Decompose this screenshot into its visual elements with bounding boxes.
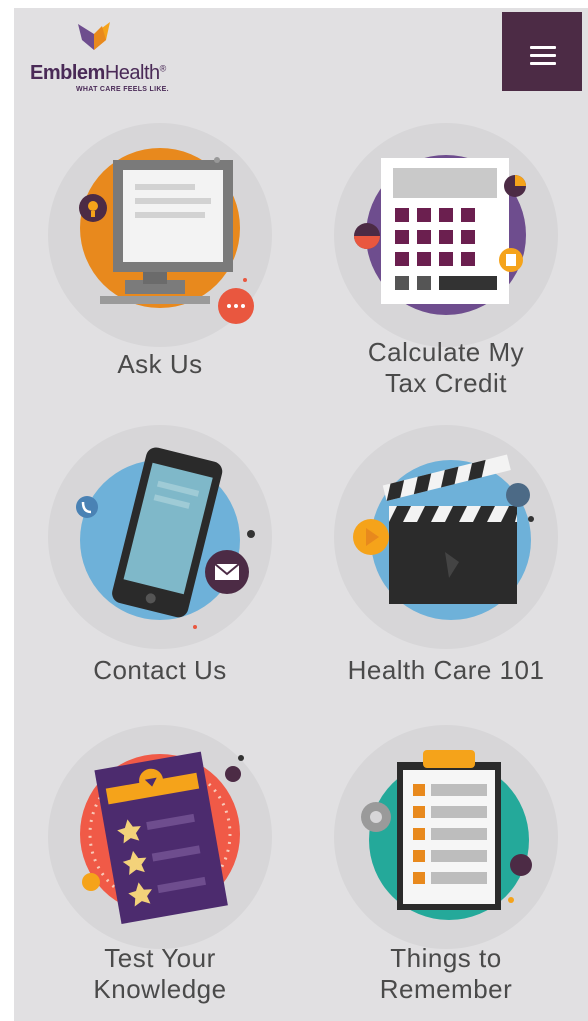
smartphone-icon <box>48 425 272 649</box>
hamburger-bar <box>530 62 556 65</box>
logo-tagline: WHAT CARE FEELS LIKE. <box>76 86 169 93</box>
quiz-sheet-icon <box>48 725 272 949</box>
clapperboard-icon <box>334 425 558 649</box>
tile-health-care-101[interactable]: Health Care 101 <box>311 422 581 722</box>
tile-label: Ask Us <box>117 349 203 379</box>
hamburger-bar <box>530 46 556 49</box>
tile-label: Knowledge <box>93 974 227 1004</box>
tile-ask-us[interactable]: Ask Us <box>25 120 295 420</box>
tile-label: Health Care 101 <box>347 655 545 685</box>
tile-label: Test Your <box>104 943 216 973</box>
logo-wordmark: EmblemHealth® <box>30 62 166 84</box>
app-screen: EmblemHealth® WHAT CARE FEELS LIKE. Ask … <box>14 8 588 1021</box>
tile-contact-us[interactable]: Contact Us <box>25 422 295 722</box>
tile-label: Contact Us <box>93 655 227 685</box>
hamburger-bar <box>530 54 556 57</box>
checklist-clipboard-icon <box>334 725 558 949</box>
tile-label: Things to <box>390 943 502 973</box>
tile-test-your-knowledge[interactable]: Test Your Knowledge <box>25 722 295 1021</box>
calculator-icon <box>334 123 558 347</box>
tile-label: Tax Credit <box>384 368 508 398</box>
header: EmblemHealth® WHAT CARE FEELS LIKE. <box>14 8 588 104</box>
hamburger-menu-button[interactable] <box>502 12 582 91</box>
tile-label: Calculate My <box>367 337 525 367</box>
computer-monitor-icon <box>48 123 272 347</box>
tile-label: Remember <box>379 974 513 1004</box>
emblemhealth-logo[interactable]: EmblemHealth® WHAT CARE FEELS LIKE. <box>30 20 230 102</box>
logo-mark-icon <box>78 22 110 50</box>
tile-calculate-tax-credit[interactable]: Calculate My Tax Credit <box>311 120 581 420</box>
tile-things-to-remember[interactable]: Things to Remember <box>311 722 581 1021</box>
